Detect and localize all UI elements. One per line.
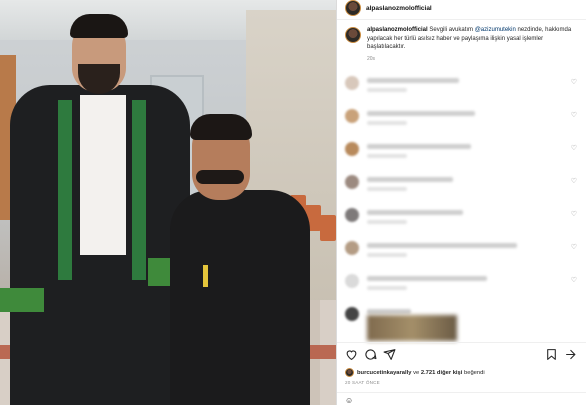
comment-item: ♡: [345, 138, 581, 171]
divider: [337, 392, 586, 393]
action-bar: [345, 348, 577, 362]
white-shirt: [80, 95, 126, 255]
comment-meta-blurred: [367, 187, 407, 191]
comment-text-blurred: [367, 210, 463, 215]
comment-heart-icon[interactable]: ♡: [571, 243, 577, 251]
man-hair: [190, 114, 252, 140]
comment-item: ♡: [345, 72, 581, 105]
share-icon[interactable]: [383, 348, 396, 361]
likes-text: beğendi: [462, 369, 485, 376]
commenter-avatar[interactable]: [345, 307, 359, 321]
comment-meta-blurred: [367, 121, 407, 125]
commenter-avatar[interactable]: [345, 274, 359, 288]
caption-age: 20s: [367, 55, 376, 62]
avatar[interactable]: [345, 0, 361, 16]
comment-meta-blurred: [367, 154, 407, 158]
comment-text-blurred: [367, 144, 471, 149]
mention-link[interactable]: @azizumutekin: [475, 27, 516, 33]
comment-heart-icon[interactable]: ♡: [571, 78, 577, 86]
comment-item: [345, 303, 581, 341]
likes-row: burcucetinkayarally ve 2.721 diğer kişi …: [345, 368, 581, 377]
man-hair: [70, 14, 128, 38]
comment-text-blurred: [367, 243, 517, 248]
comment-item: ♡: [345, 204, 581, 237]
heart-icon[interactable]: [345, 348, 358, 361]
comment-heart-icon[interactable]: ♡: [571, 111, 577, 119]
liker-username[interactable]: burcucetinkayarally: [357, 370, 411, 376]
caption: alpaslanozmolofficial Sevgili avukatım @…: [345, 26, 581, 63]
divider: [337, 342, 586, 343]
commenter-avatar[interactable]: [345, 109, 359, 123]
comment-text-blurred: [367, 78, 459, 83]
comment-item: ♡: [345, 105, 581, 138]
more-icon[interactable]: [564, 348, 577, 361]
comment-text-blurred: [367, 177, 453, 182]
caption-text: Sevgili avukatım: [427, 27, 475, 33]
comment-icon[interactable]: [364, 348, 377, 361]
avatar[interactable]: [345, 368, 354, 377]
post-photo: [0, 0, 336, 405]
likes-text: ve: [411, 369, 421, 376]
bookmark-icon[interactable]: [545, 348, 558, 361]
black-jacket: [170, 190, 310, 405]
divider: [337, 19, 586, 20]
robe-green-cuff: [0, 288, 44, 312]
add-comment-bar[interactable]: ☺: [345, 397, 581, 405]
comment-text-blurred: [367, 276, 487, 281]
comment-heart-icon[interactable]: ♡: [571, 276, 577, 284]
commenter-avatar[interactable]: [345, 241, 359, 255]
robe-green-trim: [58, 100, 72, 280]
comment-text-blurred: [367, 309, 411, 314]
others-link[interactable]: 2.721 diğer kişi: [421, 370, 463, 376]
comment-meta-blurred: [367, 88, 407, 92]
comment-list: ♡ ♡ ♡ ♡ ♡ ♡ ♡: [345, 72, 581, 341]
comments-panel: alpaslanozmolofficial alpaslanozmoloffic…: [336, 0, 586, 405]
comment-text-blurred: [367, 111, 475, 116]
comment-item: ♡: [345, 270, 581, 303]
avatar[interactable]: [345, 27, 361, 43]
comment-item: ♡: [345, 171, 581, 204]
comment-heart-icon[interactable]: ♡: [571, 177, 577, 185]
mustache: [196, 170, 244, 184]
comment-meta-blurred: [367, 220, 407, 224]
username[interactable]: alpaslanozmolofficial: [366, 5, 432, 12]
comment-heart-icon[interactable]: ♡: [571, 144, 577, 152]
commenter-avatar[interactable]: [345, 208, 359, 222]
waiting-chair: [320, 215, 336, 241]
caption-username[interactable]: alpaslanozmolofficial: [367, 27, 428, 33]
emoji-icon[interactable]: ☺: [345, 397, 353, 405]
robe-green-trim: [132, 100, 146, 280]
commenter-avatar[interactable]: [345, 175, 359, 189]
commenter-avatar[interactable]: [345, 76, 359, 90]
comment-meta-blurred: [367, 286, 407, 290]
post-time: 20 SAAT ÖNCE: [345, 380, 380, 385]
commenter-avatar[interactable]: [345, 142, 359, 156]
comment-meta-blurred: [367, 253, 407, 257]
comment-image-blurred: [367, 315, 457, 341]
comment-item: ♡: [345, 237, 581, 270]
post-header: alpaslanozmolofficial: [337, 0, 586, 16]
yellow-pin: [203, 265, 208, 287]
comment-heart-icon[interactable]: ♡: [571, 210, 577, 218]
